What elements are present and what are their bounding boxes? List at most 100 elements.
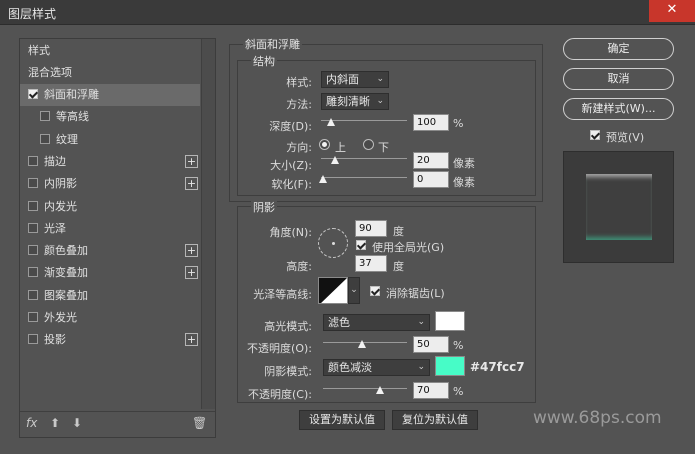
- move-up-icon[interactable]: ⬆: [50, 416, 60, 430]
- style-item-label: 纹理: [56, 132, 78, 146]
- style-item-label: 外发光: [44, 311, 77, 324]
- ok-button[interactable]: 确定: [563, 38, 674, 60]
- style-item[interactable]: 斜面和浮雕: [20, 84, 200, 106]
- direction-down-label: 下: [378, 141, 389, 154]
- add-effect-icon[interactable]: +: [185, 244, 198, 258]
- style-checkbox[interactable]: [28, 222, 38, 233]
- soften-slider[interactable]: [321, 177, 407, 178]
- highlight-opacity-input[interactable]: 50: [413, 336, 449, 353]
- blend-options-item[interactable]: 混合选项: [20, 62, 200, 84]
- style-checkbox[interactable]: [28, 334, 38, 345]
- set-default-button[interactable]: 设置为默认值: [299, 410, 385, 430]
- styles-list: 样式 混合选项 斜面和浮雕 等高线 纹理 描边 + 内阴影 + 内发光 光泽 颜色叠加 + 渐变叠加 +…: [19, 38, 216, 438]
- style-item[interactable]: 纹理: [20, 129, 200, 151]
- chevron-down-icon: ⌄: [417, 362, 425, 372]
- style-item[interactable]: 光泽: [20, 218, 200, 240]
- highlight-opacity-thumb[interactable]: [358, 340, 366, 348]
- style-item[interactable]: 等高线: [20, 106, 200, 128]
- style-item[interactable]: 外发光: [20, 307, 200, 329]
- style-item-label: 投影: [44, 333, 66, 347]
- style-checkbox[interactable]: [28, 312, 38, 322]
- depth-input[interactable]: 100: [413, 114, 449, 131]
- style-checkbox[interactable]: [28, 200, 38, 211]
- style-item-label: 光泽: [44, 221, 66, 235]
- style-item[interactable]: 内发光: [20, 196, 200, 218]
- trash-icon[interactable]: 🗑: [192, 416, 207, 430]
- highlight-opacity-unit: %: [453, 339, 464, 352]
- angle-label: 角度(N):: [269, 226, 312, 239]
- new-style-button[interactable]: 新建样式(W)...: [563, 98, 674, 120]
- soften-label: 软化(F):: [271, 178, 312, 191]
- size-unit: 像素: [453, 157, 475, 170]
- shadow-color-swatch[interactable]: [435, 356, 465, 376]
- angle-dial[interactable]: [318, 228, 348, 258]
- style-checkbox[interactable]: [28, 267, 38, 278]
- shadow-mode-select[interactable]: 颜色减淡 ⌄: [323, 359, 430, 376]
- add-effect-icon[interactable]: +: [185, 154, 198, 168]
- gloss-contour-dropdown[interactable]: ⌄: [348, 277, 360, 304]
- cancel-button[interactable]: 取消: [563, 68, 674, 90]
- style-checkbox[interactable]: [28, 245, 38, 256]
- direction-up-radio[interactable]: [319, 139, 330, 150]
- technique-select[interactable]: 雕刻清晰 ⌄: [321, 93, 389, 110]
- style-item[interactable]: 投影 +: [20, 329, 200, 351]
- antialias-checkbox[interactable]: [370, 286, 380, 296]
- add-effect-icon[interactable]: +: [185, 177, 198, 191]
- chevron-down-icon: ⌄: [376, 74, 384, 84]
- shadow-opacity-slider[interactable]: [323, 388, 407, 389]
- style-item[interactable]: 内阴影 +: [20, 173, 200, 195]
- bevel-section-title: 斜面和浮雕: [243, 36, 302, 52]
- soften-unit: 像素: [453, 176, 475, 189]
- style-select[interactable]: 内斜面 ⌄: [321, 71, 389, 88]
- style-item-label: 等高线: [56, 110, 89, 124]
- gloss-contour-preview[interactable]: [318, 277, 348, 304]
- add-effect-icon[interactable]: +: [185, 333, 198, 347]
- size-input[interactable]: 20: [413, 152, 449, 169]
- soften-slider-thumb[interactable]: [319, 175, 327, 183]
- close-button[interactable]: ✕: [649, 0, 695, 22]
- shadow-opacity-input[interactable]: 70: [413, 382, 449, 399]
- altitude-input[interactable]: 37: [355, 255, 387, 272]
- title-bar: 图层样式 ✕: [0, 0, 695, 25]
- size-label: 大小(Z):: [270, 159, 312, 172]
- highlight-mode-select[interactable]: 滤色 ⌄: [323, 314, 430, 331]
- global-light-checkbox[interactable]: [356, 240, 366, 250]
- style-checkbox[interactable]: [28, 89, 38, 99]
- altitude-label: 高度:: [286, 260, 312, 273]
- styles-header[interactable]: 样式: [20, 40, 200, 62]
- shadow-opacity-unit: %: [453, 385, 464, 398]
- style-item-label: 颜色叠加: [44, 244, 88, 258]
- depth-label: 深度(D):: [269, 120, 312, 133]
- add-effect-icon[interactable]: +: [185, 266, 198, 280]
- style-checkbox[interactable]: [28, 178, 38, 189]
- soften-input[interactable]: 0: [413, 171, 449, 188]
- size-slider-thumb[interactable]: [331, 156, 339, 164]
- close-icon: ✕: [666, 2, 678, 17]
- style-checkbox[interactable]: [28, 155, 38, 166]
- style-checkbox[interactable]: [40, 133, 50, 144]
- antialias-label: 消除锯齿(L): [386, 287, 445, 300]
- angle-input[interactable]: 90: [355, 220, 387, 237]
- chevron-down-icon: ⌄: [417, 317, 425, 327]
- shadow-opacity-thumb[interactable]: [376, 386, 384, 394]
- contour-linear-icon: [319, 278, 347, 303]
- fx-icon[interactable]: fx: [26, 416, 37, 430]
- structure-title: 结构: [251, 53, 277, 69]
- style-item-label: 内发光: [44, 199, 77, 213]
- direction-down-radio[interactable]: [363, 139, 374, 150]
- move-down-icon[interactable]: ⬇: [72, 416, 82, 430]
- style-item[interactable]: 颜色叠加 +: [20, 240, 200, 262]
- preview-checkbox[interactable]: [590, 130, 600, 140]
- style-item[interactable]: 图案叠加: [20, 285, 200, 307]
- window-title: 图层样式: [8, 7, 57, 21]
- style-checkbox[interactable]: [40, 111, 50, 122]
- style-item[interactable]: 描边 +: [20, 151, 200, 173]
- depth-slider-thumb[interactable]: [327, 118, 335, 126]
- shadow-opacity-label: 不透明度(C):: [248, 388, 312, 401]
- styles-scrollbar[interactable]: [201, 39, 215, 409]
- highlight-color-swatch[interactable]: [435, 311, 465, 331]
- reset-default-button[interactable]: 复位为默认值: [392, 410, 478, 430]
- style-checkbox[interactable]: [28, 289, 38, 300]
- chevron-down-icon: ⌄: [350, 285, 358, 295]
- style-item[interactable]: 渐变叠加 +: [20, 262, 200, 284]
